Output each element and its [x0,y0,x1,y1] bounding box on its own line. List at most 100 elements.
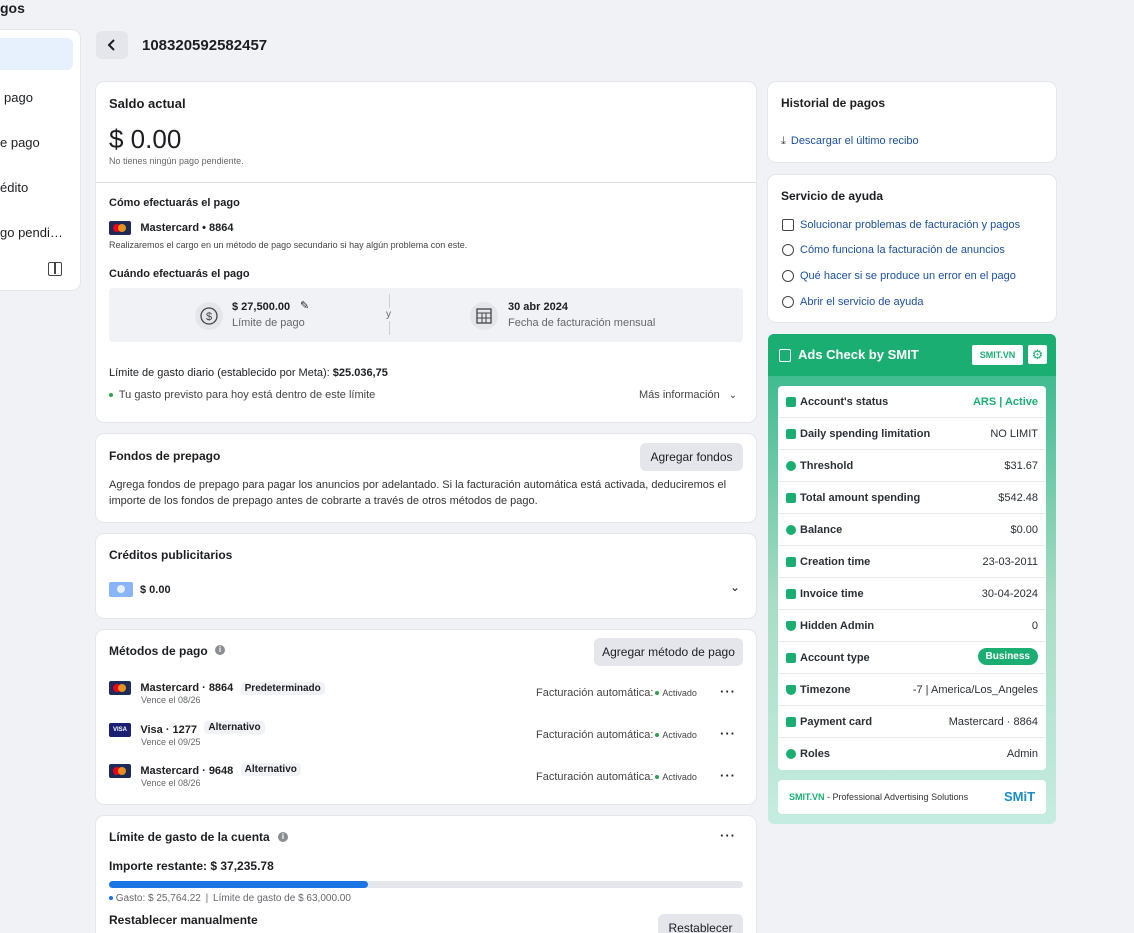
shield-icon [786,621,796,631]
mastercard-icon [109,220,131,235]
calendar-icon [786,557,796,567]
help-link-payment-error[interactable]: Qué hacer si se produce un error en el p… [782,270,1016,283]
sidebar: pago e pago édito go pendi… [0,30,80,290]
smit-row-account-type: Account type Business [778,642,1046,674]
more-options-button[interactable]: ··· [720,768,736,783]
autopay-label: Facturación automática: [536,771,654,783]
account-id-title: 108320592582457 [142,37,268,54]
dollar-icon: $ [195,302,223,330]
info-icon[interactable]: i [278,832,288,842]
account-icon [786,653,796,663]
payment-methods-card: Métodos de pago i Agregar método de pago… [96,630,756,804]
status-dot [109,393,113,398]
remaining-amount: Importe restante: $ 37,235.78 [109,859,274,873]
billing-icon [782,244,794,257]
payment-card-row: Mastercard • 8864 [109,220,233,235]
sidebar-item-2[interactable]: e pago [0,135,40,150]
card-icon [786,717,796,727]
mastercard-icon [109,763,131,778]
smit-row-total-spending: Total amount spending $542.48 [778,482,1046,514]
smit-badge[interactable]: SMIT.VN [972,345,1023,365]
gear-icon[interactable]: ⚙ [1028,345,1047,364]
balance-card: Saldo actual $ 0.00 No tienes ningún pag… [96,82,756,422]
smit-row-creation-time: Creation time 23-03-2011 [778,546,1046,578]
method-name: Mastercard · 8864 [140,682,234,694]
coupon-icon [109,582,133,597]
methods-title: Métodos de pago [109,644,208,658]
alternative-badge: Alternativo [204,721,265,734]
download-icon: ⤓ [781,135,786,147]
sidebar-item-3[interactable]: édito [0,180,28,195]
more-options-button[interactable]: ··· [720,726,736,741]
help-link-troubleshoot[interactable]: Solucionar problemas de facturación y pa… [782,219,1020,232]
status-dot [655,691,660,696]
limit-icon [786,429,796,439]
smit-footer: SMIT.VN - Professional Advertising Solut… [778,780,1046,814]
billing-date-label: Fecha de facturación mensual [508,317,656,329]
calendar-icon [470,302,498,330]
reset-button[interactable]: Restablecer [658,914,743,933]
more-options-button[interactable]: ··· [720,828,736,843]
reset-title: Restablecer manualmente [109,913,258,927]
card-note: Realizaremos el cargo en un método de pa… [109,240,468,250]
prepaid-card: Fondos de prepago Agregar fondos Agrega … [96,434,756,522]
daily-limit: Límite de gasto diario (establecido por … [109,367,388,379]
smit-row-daily-limit: Daily spending limitation NO LIMIT [778,418,1046,450]
and-text: y [386,309,391,320]
when-box: $ $ 27,500.00 ✎ Límite de pago y 30 abr … [109,288,743,342]
how-title: Cómo efectuarás el pago [109,197,240,209]
add-funds-button[interactable]: Agregar fondos [640,443,743,471]
spend-legend: Gasto: $ 25,764.22 | Límite de gasto de … [109,893,351,904]
smit-info-table: Account's status ARS | Active Daily spend… [778,386,1046,770]
back-button[interactable] [96,31,128,59]
autopay-value: Activado [662,688,697,698]
add-payment-method-button[interactable]: Agregar método de pago [594,638,743,666]
visa-icon: VISA [109,722,131,737]
method-expiry: Vence el 08/26 [141,695,201,705]
billing-date: 30 abr 2024 [508,301,568,313]
download-label: Descargar el último recibo [790,135,919,147]
history-card: Historial de pagos ⤓ Descargar el último … [768,82,1056,162]
smit-widget: Ads Check by SMIT SMIT.VN ⚙ Account's st… [768,334,1056,824]
spend-progress-fill [109,881,369,888]
balance-icon [786,525,796,535]
payment-method-row: Mastercard · 8864 Predeterminado [109,680,325,695]
more-info-link[interactable]: Más información ⌄ [639,389,737,401]
download-receipt-link[interactable]: ⤓ Descargar el último recibo [781,135,919,148]
prepaid-text-1: Agrega fondos de prepago para pagar los … [109,479,727,491]
sidebar-item-1[interactable]: pago [4,90,33,105]
info-icon[interactable]: i [215,645,225,655]
help-link-open-help[interactable]: Abrir el servicio de ayuda [782,296,924,309]
credits-card: Créditos publicitarios $ 0.00 ⌄ [96,534,756,618]
edit-icon[interactable]: ✎ [300,299,309,312]
method-expiry: Vence el 08/26 [141,778,201,788]
smit-title: Ads Check by SMIT [798,347,919,362]
method-name: Visa · 1277 [140,724,198,736]
help-card: Servicio de ayuda Solucionar problemas d… [768,175,1056,322]
help-link-how-billing[interactable]: Cómo funciona la facturación de anuncios [782,244,1005,257]
divider [96,182,756,183]
legend-dot [109,896,113,901]
sidebar-toggle-icon[interactable] [48,262,62,276]
divider [389,321,390,335]
forecast-row: Tu gasto previsto para hoy está dentro d… [109,389,375,401]
smit-logo-icon [779,349,791,362]
payment-method-row: Mastercard · 9648 Alternativo [109,763,301,778]
balance-title: Saldo actual [109,96,186,111]
sidebar-item-selected[interactable] [0,38,73,70]
chevron-down-icon[interactable]: ⌄ [730,580,740,594]
daily-limit-label: Límite de gasto diario (establecido por … [109,367,330,379]
chevron-left-icon [107,39,115,51]
limit-amount: $ 27,500.00 [232,301,291,313]
error-icon [782,270,794,283]
sidebar-item-4[interactable]: go pendi… [0,225,63,240]
smit-row-status: Account's status ARS | Active [778,386,1046,418]
divider [389,294,390,308]
more-options-button[interactable]: ··· [720,684,736,699]
question-icon [782,296,794,309]
history-title: Historial de pagos [781,96,886,110]
autopay-status: Facturación automática: Activado [536,687,697,699]
help-title: Servicio de ayuda [781,189,884,203]
autopay-label: Facturación automática: [536,687,654,699]
method-name: Mastercard · 9648 [140,765,234,777]
